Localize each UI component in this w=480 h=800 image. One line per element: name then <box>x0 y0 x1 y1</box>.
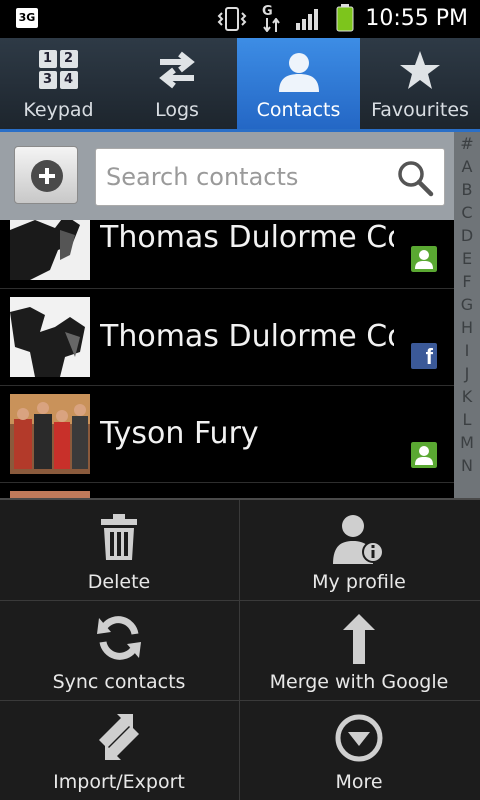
3g-icon: 3G <box>16 8 38 28</box>
index-letter[interactable]: C <box>454 201 480 224</box>
battery-icon <box>336 4 354 32</box>
search-field[interactable] <box>95 148 445 206</box>
my-profile-label: My profile <box>312 571 406 593</box>
facebook-icon: f <box>411 343 437 369</box>
arrows-icon <box>263 18 280 32</box>
contact-photo <box>10 297 90 377</box>
index-letter[interactable]: M <box>454 431 480 454</box>
profile-info-icon <box>333 515 384 564</box>
search-bar <box>0 132 454 220</box>
plus-icon <box>31 160 63 192</box>
sync-contacts-menu-item[interactable]: Sync contacts <box>0 600 238 699</box>
tab-logs[interactable]: Logs <box>117 38 237 129</box>
my-profile-menu-item[interactable]: My profile <box>240 500 478 599</box>
index-letter[interactable]: A <box>454 155 480 178</box>
facebook-letter: f <box>425 344 433 369</box>
tab-keypad-label: Keypad <box>23 99 94 121</box>
tab-contacts[interactable]: Contacts <box>237 38 360 129</box>
index-letter[interactable]: D <box>454 224 480 247</box>
contact-row[interactable] <box>0 483 454 498</box>
merge-with-google-label: Merge with Google <box>269 671 449 693</box>
contact-row[interactable]: Thomas Dulorme Cor f <box>0 289 454 386</box>
contact-photo <box>10 394 90 474</box>
tab-contacts-label: Contacts <box>256 99 341 121</box>
more-menu-item[interactable]: More <box>240 700 478 799</box>
merge-icon <box>343 614 375 664</box>
keypad-key-1: 1 <box>38 50 57 68</box>
contact-account-icon <box>411 442 437 468</box>
import-export-label: Import/Export <box>53 771 185 793</box>
star-icon <box>400 51 440 89</box>
keypad-key-2: 2 <box>59 50 78 68</box>
keypad-key-3: 3 <box>38 71 57 89</box>
more-label: More <box>335 771 383 793</box>
merge-with-google-menu-item[interactable]: Merge with Google <box>240 600 478 699</box>
delete-label: Delete <box>87 571 151 593</box>
options-menu: Delete My profile Sync contacts Merge wi… <box>0 498 480 800</box>
signal-icon <box>296 9 318 30</box>
contact-account-icon <box>411 246 437 272</box>
tab-bar: 1 2 3 4 Keypad Logs Contacts Favourites <box>0 38 480 132</box>
contact-row[interactable]: Thomas Dulorme Cor <box>0 220 454 289</box>
sync-contacts-label: Sync contacts <box>52 671 186 693</box>
contact-photo <box>10 220 90 280</box>
status-bar: 3G G 10:55 PM <box>0 0 480 38</box>
keypad-icon: 1 2 3 4 <box>38 50 79 90</box>
alphabet-index[interactable]: # A B C D E F G H I J K L M N <box>454 132 480 498</box>
index-letter[interactable]: G <box>454 293 480 316</box>
add-contact-button[interactable] <box>14 146 78 204</box>
data-indicator-label: G <box>262 4 273 19</box>
search-icon[interactable] <box>396 159 434 197</box>
data-transfer-icon: G <box>260 4 282 32</box>
search-input[interactable] <box>106 157 386 197</box>
index-letter[interactable]: F <box>454 270 480 293</box>
vibrate-icon <box>217 7 247 31</box>
tab-favourites[interactable]: Favourites <box>360 38 480 129</box>
index-letter[interactable]: I <box>454 339 480 362</box>
photo-image <box>10 394 90 474</box>
contact-row[interactable]: Tyson Fury <box>0 386 454 483</box>
contact-name: Thomas Dulorme Cor <box>100 220 394 255</box>
index-letter[interactable]: J <box>454 362 480 385</box>
keypad-key-4: 4 <box>59 71 78 89</box>
delete-menu-item[interactable]: Delete <box>0 500 238 599</box>
index-letter[interactable]: H <box>454 316 480 339</box>
logs-icon <box>159 51 195 89</box>
index-letter[interactable]: B <box>454 178 480 201</box>
contact-photo <box>10 491 90 498</box>
import-export-icon <box>99 714 139 760</box>
index-letter[interactable]: L <box>454 408 480 431</box>
sync-icon <box>97 616 141 660</box>
trash-icon <box>101 514 137 560</box>
tab-logs-label: Logs <box>155 99 199 121</box>
contact-list[interactable]: Thomas Dulorme Cor Thomas Dulorme Cor f <box>0 220 454 498</box>
index-letter[interactable]: E <box>454 247 480 270</box>
contact-name: Tyson Fury <box>100 416 259 451</box>
photo-image <box>10 297 90 377</box>
photo-image <box>10 220 90 280</box>
index-letter[interactable]: K <box>454 385 480 408</box>
index-letter[interactable]: # <box>454 132 480 155</box>
status-time: 10:55 PM <box>365 6 468 31</box>
tab-favourites-label: Favourites <box>371 99 469 121</box>
import-export-menu-item[interactable]: Import/Export <box>0 700 238 799</box>
more-icon <box>335 714 383 762</box>
contact-name: Thomas Dulorme Cor <box>100 319 394 354</box>
index-letter[interactable]: N <box>454 454 480 477</box>
tab-keypad[interactable]: 1 2 3 4 Keypad <box>0 38 117 129</box>
contacts-icon <box>278 53 319 92</box>
